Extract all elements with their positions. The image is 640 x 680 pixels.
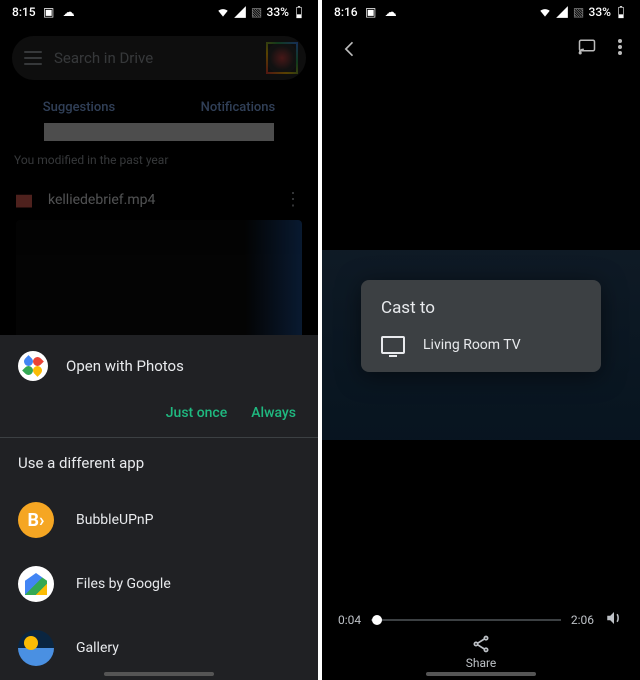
- image-icon: ▣: [42, 5, 56, 19]
- duration-time: 2:06: [571, 613, 594, 627]
- drive-backdrop: Search in Drive Suggestions Notification…: [0, 24, 318, 350]
- status-bar: 8:16 ▣ ☁ ▧ 33%: [322, 0, 640, 24]
- app-label: BubbleUPnP: [76, 512, 153, 528]
- app-label: Files by Google: [76, 576, 171, 592]
- no-sim-icon: ▧: [572, 5, 586, 19]
- battery-icon: [292, 5, 306, 19]
- battery-icon: [614, 5, 628, 19]
- app-item-files[interactable]: Files by Google: [0, 552, 318, 616]
- status-bar: 8:15 ▣ ☁ ▧ 33%: [0, 0, 318, 24]
- cast-dialog: Cast to Living Room TV: [361, 280, 601, 372]
- signal-icon: [555, 5, 569, 19]
- volume-icon[interactable]: [604, 609, 624, 630]
- always-button[interactable]: Always: [251, 405, 296, 421]
- modified-label: You modified in the past year: [14, 153, 304, 167]
- cloud-icon: ☁: [62, 5, 76, 19]
- app-item-bubbleupnp[interactable]: B› BubbleUPnP: [0, 488, 318, 552]
- files-icon: [18, 566, 54, 602]
- doc-preview-strip: [44, 123, 274, 141]
- photos-app-icon: [18, 351, 48, 381]
- cast-device-item[interactable]: Living Room TV: [381, 336, 581, 354]
- phone-video-cast: 8:16 ▣ ☁ ▧ 33% Cast to Living Room TV 0:…: [322, 0, 640, 680]
- image-icon: ▣: [364, 5, 378, 19]
- elapsed-time: 0:04: [338, 613, 361, 627]
- file-row[interactable]: kelliedebrief.mp4 ⋮: [0, 179, 318, 220]
- menu-icon[interactable]: [24, 51, 42, 65]
- player-bar: 0:04 2:06: [322, 609, 640, 630]
- tab-notifications[interactable]: Notifications: [201, 100, 276, 115]
- no-sim-icon: ▧: [250, 5, 264, 19]
- app-label: Gallery: [76, 640, 119, 656]
- clock: 8:16: [334, 5, 358, 19]
- search-bar[interactable]: Search in Drive: [12, 36, 306, 80]
- gallery-icon: [18, 630, 54, 666]
- back-arrow-icon[interactable]: [340, 39, 360, 59]
- cloud-icon: ☁: [384, 5, 398, 19]
- share-button[interactable]: Share: [322, 634, 640, 670]
- battery-percent: 33%: [267, 5, 289, 19]
- video-thumbnail[interactable]: [16, 220, 302, 350]
- use-different-label: Use a different app: [0, 438, 318, 488]
- search-placeholder: Search in Drive: [54, 49, 254, 67]
- file-more-icon[interactable]: ⋮: [284, 189, 302, 210]
- video-file-icon: [16, 192, 32, 208]
- cast-device-label: Living Room TV: [423, 337, 521, 353]
- wifi-icon: [216, 5, 230, 19]
- progress-track[interactable]: [371, 619, 561, 621]
- battery-percent: 33%: [589, 5, 611, 19]
- phone-drive-openwith: 8:15 ▣ ☁ ▧ 33% Search in Drive Suggestio…: [0, 0, 318, 680]
- cast-title: Cast to: [381, 298, 581, 318]
- app-item-gallery[interactable]: Gallery: [0, 616, 318, 680]
- tab-suggestions[interactable]: Suggestions: [43, 100, 115, 115]
- player-top-bar: [322, 24, 640, 74]
- cast-icon[interactable]: [576, 38, 598, 60]
- more-icon[interactable]: [618, 39, 622, 59]
- wifi-icon: [538, 5, 552, 19]
- bubbleupnp-icon: B›: [18, 502, 54, 538]
- share-icon: [471, 634, 491, 654]
- nav-pill[interactable]: [426, 672, 536, 676]
- file-name: kelliedebrief.mp4: [48, 192, 155, 208]
- open-with-sheet: Open with Photos Just once Always Use a …: [0, 335, 318, 680]
- clock: 8:15: [12, 5, 36, 19]
- signal-icon: [233, 5, 247, 19]
- nav-pill[interactable]: [104, 672, 214, 676]
- just-once-button[interactable]: Just once: [166, 405, 227, 421]
- progress-thumb[interactable]: [372, 615, 382, 625]
- tv-icon: [381, 336, 405, 354]
- share-label: Share: [466, 656, 497, 670]
- avatar[interactable]: [266, 42, 298, 74]
- open-with-label: Open with Photos: [66, 357, 184, 375]
